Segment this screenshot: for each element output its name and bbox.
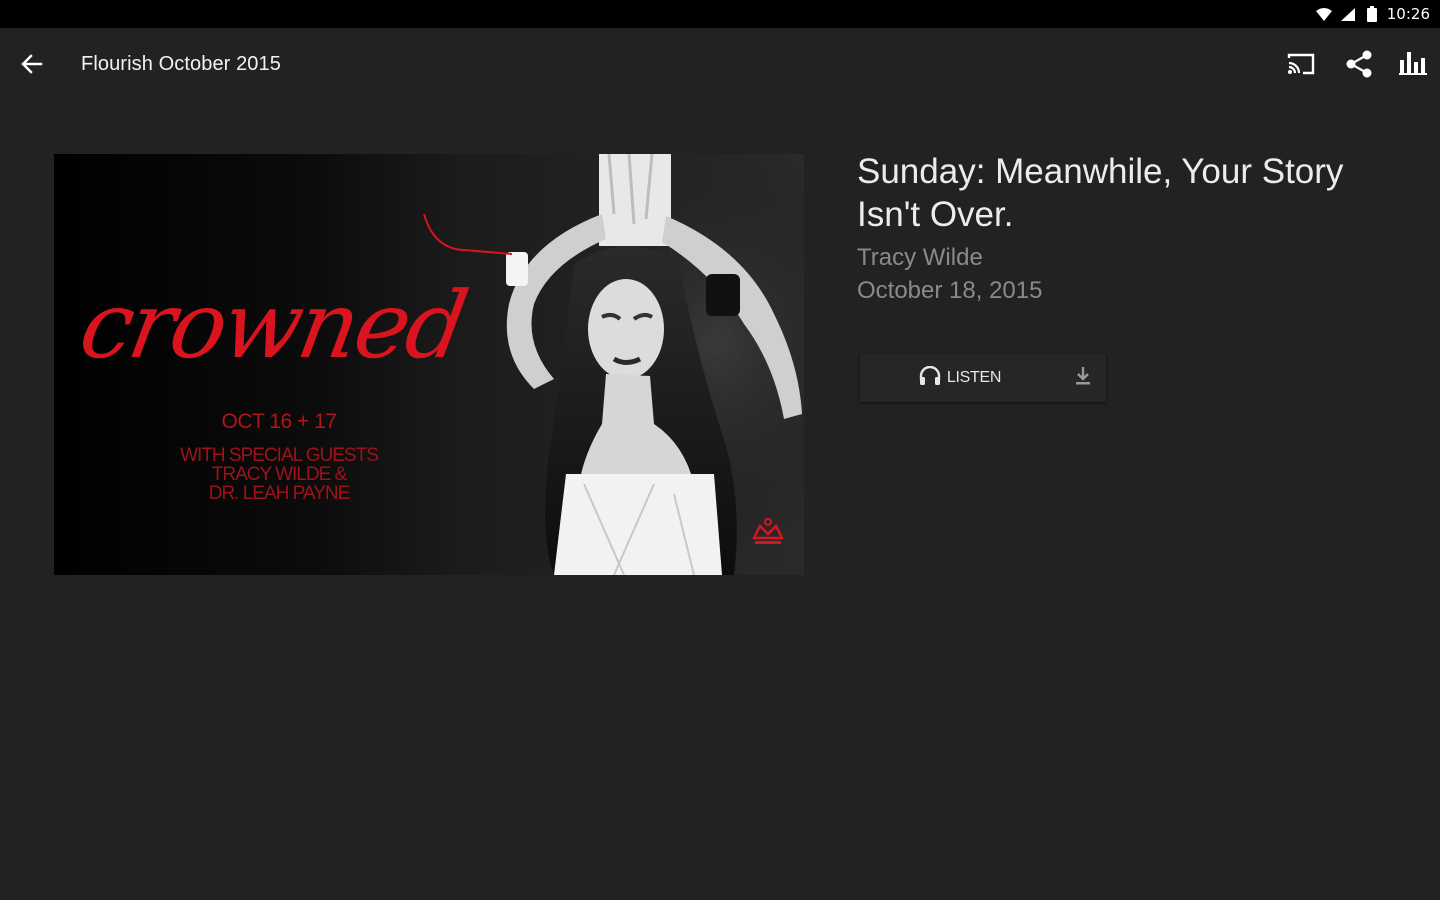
signal-icon [1339, 6, 1357, 22]
cast-icon [1287, 52, 1315, 81]
download-button[interactable] [1060, 354, 1106, 402]
media-action-bar: LISTEN [860, 354, 1106, 402]
status-time: 10:26 [1386, 5, 1430, 23]
sermon-date: October 18, 2015 [857, 277, 1043, 304]
sermon-title: Sunday: Meanwhile, Your Story Isn't Over… [857, 152, 1344, 234]
artwork-dates: OCT 16 + 17 [221, 410, 337, 433]
artwork-script-title: crowned [72, 272, 473, 379]
share-button[interactable] [1341, 48, 1377, 84]
listen-label: LISTEN [946, 369, 1002, 386]
download-icon [1074, 366, 1092, 391]
stats-button[interactable] [1395, 48, 1431, 84]
page-title: Flourish October 2015 [81, 53, 281, 75]
artwork-guests-line: TRACY WILDE & [211, 464, 347, 485]
share-icon [1345, 50, 1373, 83]
back-button[interactable] [14, 48, 50, 84]
status-bar: 10:26 [0, 0, 1440, 28]
arrow-left-icon [21, 53, 43, 79]
app-toolbar: Flourish October 2015 [0, 28, 1440, 102]
cast-button[interactable] [1283, 48, 1319, 84]
bar-chart-icon [1399, 51, 1427, 81]
artwork-guests-line: DR. LEAH PAYNE [208, 483, 351, 504]
artwork-guests: WITH SPECIAL GUESTS TRACY WILDE & DR. LE… [54, 446, 504, 503]
headphones-icon [919, 365, 941, 391]
battery-icon [1363, 6, 1381, 22]
wifi-icon [1315, 6, 1333, 22]
artwork-guests-line: WITH SPECIAL GUESTS [180, 445, 379, 466]
speaker-name: Tracy Wilde [857, 244, 983, 271]
sermon-artwork: crowned OCT 16 + 17 WITH SPECIAL GUESTS … [54, 154, 804, 575]
listen-button[interactable]: LISTEN [860, 354, 1060, 402]
